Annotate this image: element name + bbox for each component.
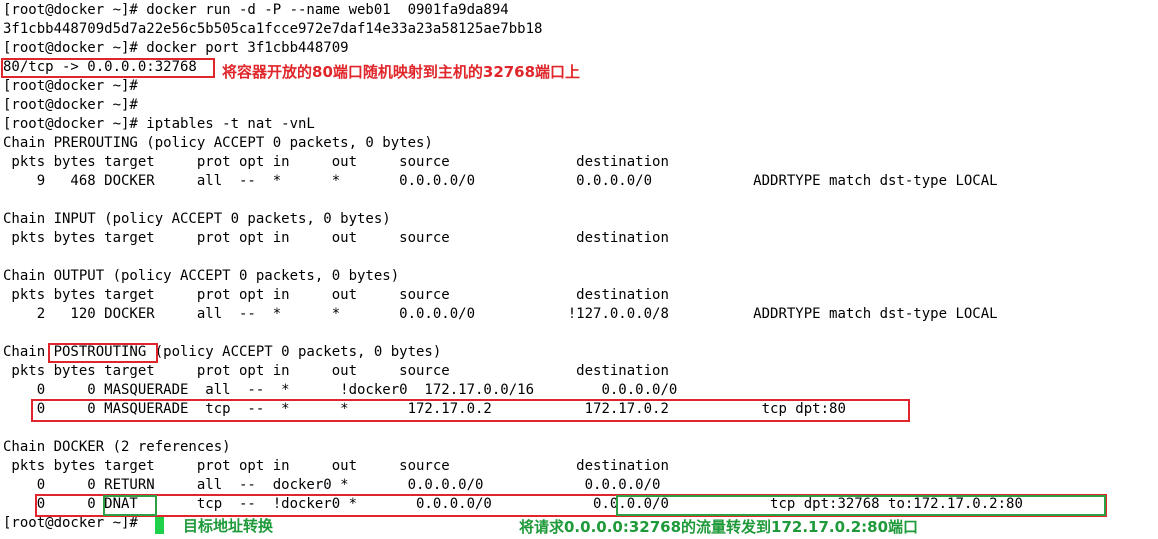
dnat-destination-highlight xyxy=(616,495,1106,516)
dnat-target-highlight xyxy=(103,495,157,516)
terminal-line: 0 0 RETURN all -- docker0 * 0.0.0.0/0 0.… xyxy=(3,477,661,493)
terminal-line: [root@docker ~]# iptables -t nat -vnL xyxy=(3,116,315,132)
annotation-port-mapping: 将容器开放的80端口随机映射到主机的32768端口上 xyxy=(222,63,581,81)
terminal-line: 0 0 MASQUERADE all -- * !docker0 172.17.… xyxy=(3,382,678,398)
terminal-line: pkts bytes target prot opt in out source… xyxy=(3,363,669,379)
terminal-line: [root@docker ~]# xyxy=(3,97,138,113)
annotation-dnat: 目标地址转换 xyxy=(183,517,274,535)
terminal-cursor xyxy=(155,517,164,534)
terminal-line: pkts bytes target prot opt in out source… xyxy=(3,458,669,474)
annotation-traffic-forward: 将请求0.0.0.0:32768的流量转发到172.17.0.2:80端口 xyxy=(519,518,919,536)
terminal-line: pkts bytes target prot opt in out source… xyxy=(3,287,669,303)
terminal-line: 9 468 DOCKER all -- * * 0.0.0.0/0 0.0.0.… xyxy=(3,173,998,189)
terminal-window[interactable]: [root@docker ~]# docker run -d -P --name… xyxy=(0,0,1158,539)
port-mapping-highlight xyxy=(1,58,215,78)
postrouting-highlight xyxy=(48,343,158,363)
terminal-line: Chain INPUT (policy ACCEPT 0 packets, 0 … xyxy=(3,211,391,227)
terminal-line: [root@docker ~]# docker run -d -P --name… xyxy=(3,2,509,18)
terminal-line: pkts bytes target prot opt in out source… xyxy=(3,154,669,170)
terminal-line: 3f1cbb448709d5d7a22e56c5b505ca1fcce972e7… xyxy=(3,21,543,37)
terminal-line: Chain OUTPUT (policy ACCEPT 0 packets, 0… xyxy=(3,268,400,284)
terminal-line: pkts bytes target prot opt in out source… xyxy=(3,230,669,246)
terminal-line: [root@docker ~]# docker port 3f1cbb44870… xyxy=(3,40,349,56)
terminal-line: Chain PREROUTING (policy ACCEPT 0 packet… xyxy=(3,135,433,151)
masquerade-row-highlight xyxy=(31,399,910,422)
terminal-line: [root@docker ~]# xyxy=(3,78,138,94)
terminal-line: Chain DOCKER (2 references) xyxy=(3,439,231,455)
terminal-line: 2 120 DOCKER all -- * * 0.0.0.0/0 !127.0… xyxy=(3,306,998,322)
